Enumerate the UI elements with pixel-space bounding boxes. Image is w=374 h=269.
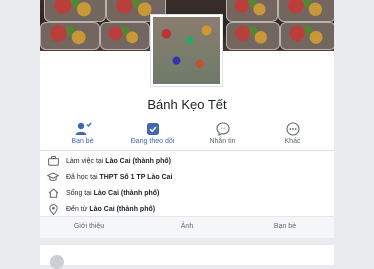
from-info-row: Đến từ Lào Cai (thành phố) [46, 201, 328, 217]
message-label: Nhắn tin [209, 138, 236, 145]
work-place-link[interactable]: Lào Cai (thành phố) [105, 158, 171, 165]
post-composer-card [40, 245, 334, 269]
cover-tray [44, 0, 106, 22]
cover-tray [278, 0, 334, 22]
location-pin-icon [46, 203, 60, 215]
tab-photos[interactable]: Ảnh [138, 217, 236, 238]
graduation-cap-icon [46, 172, 60, 182]
more-label: Khác [284, 138, 301, 145]
profile-card: Bánh Kẹo Tết Bạn bè Đang theo dõi Nhắn t… [40, 0, 334, 238]
lives-place-link[interactable]: Lào Cai (thành phố) [94, 190, 160, 197]
following-label: Đang theo dõi [130, 138, 175, 145]
tab-about[interactable]: Giới thiệu [40, 217, 138, 238]
work-info-row: Làm việc tại Lào Cai (thành phố) [46, 153, 328, 169]
more-button[interactable]: Khác [256, 118, 329, 145]
cover-tray [226, 22, 280, 50]
briefcase-icon [46, 156, 60, 166]
tab-friends[interactable]: Bạn bè [236, 217, 334, 238]
intro-info-list: Làm việc tại Lào Cai (thành phố) Đã học … [46, 153, 328, 217]
following-check-icon [146, 123, 159, 135]
friends-icon [75, 122, 92, 135]
page-title: Bánh Kẹo Tết [147, 97, 227, 112]
cover-tray [40, 22, 100, 50]
message-button[interactable]: Nhắn tin [186, 118, 259, 145]
cover-tray [280, 22, 334, 50]
profile-tabs: Giới thiệu Ảnh Bạn bè [40, 216, 334, 238]
home-icon [46, 188, 60, 198]
action-bar: Bạn bè Đang theo dõi Nhắn tin Khác [40, 118, 334, 150]
lives-prefix: Sống tại [66, 189, 94, 197]
cover-tray [100, 22, 150, 50]
avatar [50, 255, 64, 269]
friends-button[interactable]: Bạn bè [46, 118, 119, 145]
study-info-row: Đã học tại THPT Số 1 TP Lào Cai [46, 169, 328, 185]
lives-info-row: Sống tại Lào Cai (thành phố) [46, 185, 328, 201]
study-prefix: Đã học tại [66, 173, 100, 181]
divider [40, 150, 334, 151]
study-place-link[interactable]: THPT Số 1 TP Lào Cai [99, 174, 172, 181]
work-prefix: Làm việc tại [66, 157, 106, 165]
messenger-icon [215, 122, 230, 136]
from-place-link[interactable]: Lào Cai (thành phố) [89, 206, 155, 213]
profile-picture-image [153, 17, 220, 84]
profile-picture[interactable] [150, 14, 223, 87]
friends-label: Bạn bè [71, 138, 94, 145]
following-button[interactable]: Đang theo dõi [116, 118, 189, 145]
cover-tray [226, 0, 278, 22]
from-prefix: Đến từ [66, 205, 90, 213]
more-icon [285, 122, 300, 136]
